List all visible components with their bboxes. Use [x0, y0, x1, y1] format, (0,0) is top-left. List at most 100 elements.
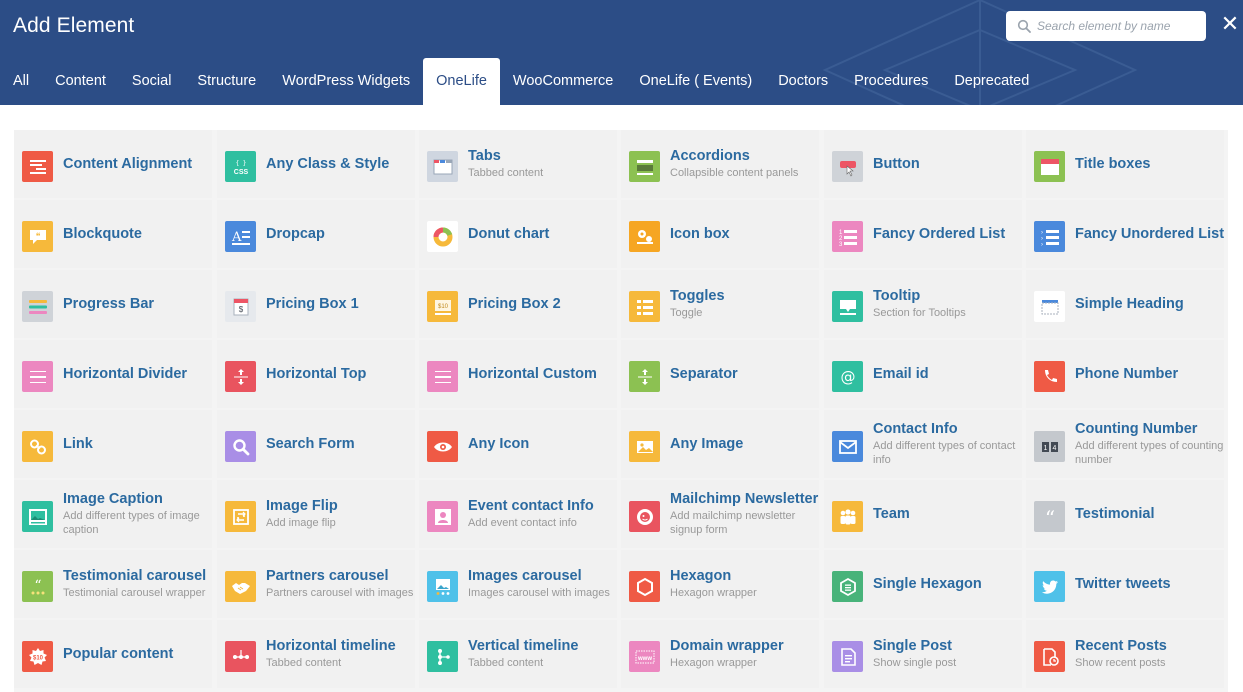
- close-icon[interactable]: ✕: [1220, 13, 1240, 35]
- element-name: Fancy Ordered List: [873, 225, 1006, 242]
- tab-wordpress-widgets[interactable]: WordPress Widgets: [269, 58, 423, 105]
- timeline-horizontal-icon: [225, 641, 256, 672]
- element-description: Show recent posts: [1075, 656, 1166, 669]
- element-description: Add image flip: [266, 516, 336, 529]
- element-icon-box[interactable]: Icon box: [621, 200, 819, 268]
- quote-bubble-icon: ❝: [22, 221, 53, 252]
- element-text: Event contact Info Add event contact info: [468, 480, 618, 548]
- element-images-carousel[interactable]: Images carousel Images carousel with imag…: [419, 550, 617, 618]
- tab-woocommerce[interactable]: WooCommerce: [500, 58, 626, 105]
- svg-text:A: A: [231, 230, 242, 245]
- element-team[interactable]: Team: [824, 480, 1022, 548]
- element-any-class-and-style[interactable]: { } CSS Any Class & Style: [217, 130, 415, 198]
- element-phone-number[interactable]: Phone Number: [1026, 340, 1224, 408]
- element-text: Image Flip Add image flip: [266, 480, 416, 548]
- quote-icon: “: [1034, 501, 1065, 532]
- element-twitter-tweets[interactable]: Twitter tweets: [1026, 550, 1224, 618]
- tab-onelife[interactable]: OneLife: [423, 58, 500, 105]
- tab-onelife-events[interactable]: OneLife ( Events): [626, 58, 765, 105]
- element-fancy-ordered-list[interactable]: 1 2 3 Fancy Ordered List: [824, 200, 1022, 268]
- element-name: Toggles: [670, 287, 725, 304]
- element-single-post[interactable]: Single Post Show single post: [824, 620, 1022, 688]
- search-input[interactable]: [1006, 11, 1206, 41]
- quote-carousel-icon: “: [22, 571, 53, 602]
- button-icon: [832, 151, 863, 182]
- element-link[interactable]: Link: [14, 410, 212, 478]
- element-testimonial-carousel[interactable]: “Testimonial carousel Testimonial carouse…: [14, 550, 212, 618]
- element-recent-posts[interactable]: Recent Posts Show recent posts: [1026, 620, 1224, 688]
- element-horizontal-timeline[interactable]: Horizontal timeline Tabbed content: [217, 620, 415, 688]
- element-text: Fancy Ordered List: [873, 200, 1023, 268]
- element-accordions[interactable]: Accordions Collapsible content panels: [621, 130, 819, 198]
- element-image-caption[interactable]: Image Caption Add different types of imag…: [14, 480, 212, 548]
- tab-doctors[interactable]: Doctors: [765, 58, 841, 105]
- element-mailchimp-newsletter[interactable]: Mailchimp Newsletter Add mailchimp newsle…: [621, 480, 819, 548]
- divider-icon: [22, 361, 53, 392]
- hexagon-lines-icon: [832, 571, 863, 602]
- element-email-id[interactable]: @ Email id: [824, 340, 1022, 408]
- element-image-flip[interactable]: Image Flip Add image flip: [217, 480, 415, 548]
- phone-icon: [1034, 361, 1065, 392]
- element-progress-bar[interactable]: Progress Bar: [14, 270, 212, 338]
- element-text: Counting Number Add different types of co…: [1075, 410, 1225, 478]
- css-icon: { } CSS: [225, 151, 256, 182]
- element-donut-chart[interactable]: Donut chart: [419, 200, 617, 268]
- flip-icon: [225, 501, 256, 532]
- element-contact-info[interactable]: Contact Info Add different types of conta…: [824, 410, 1022, 478]
- svg-text:{ }: { }: [235, 160, 246, 167]
- element-horizontal-top[interactable]: Horizontal Top: [217, 340, 415, 408]
- element-text: Tooltip Section for Tooltips: [873, 270, 1023, 338]
- element-pricing-box-2[interactable]: $10 Pricing Box 2: [419, 270, 617, 338]
- element-pricing-box-1[interactable]: $ Pricing Box 1: [217, 270, 415, 338]
- www-icon: www: [629, 641, 660, 672]
- element-name: Link: [63, 435, 93, 452]
- tab-social[interactable]: Social: [119, 58, 185, 105]
- element-toggles[interactable]: Toggles Toggle: [621, 270, 819, 338]
- element-popular-content[interactable]: $10 Popular content: [14, 620, 212, 688]
- tab-deprecated[interactable]: Deprecated: [941, 58, 1042, 105]
- envelope-icon: [832, 431, 863, 462]
- element-title-boxes[interactable]: Title boxes: [1026, 130, 1224, 198]
- element-description: Section for Tooltips: [873, 306, 966, 319]
- element-vertical-timeline[interactable]: Vertical timeline Tabbed content: [419, 620, 617, 688]
- element-dropcap[interactable]: A Dropcap: [217, 200, 415, 268]
- accordion-icon: [629, 151, 660, 182]
- element-counting-number[interactable]: 1 4 Counting Number Add different types of …: [1026, 410, 1224, 478]
- element-button[interactable]: Button: [824, 130, 1022, 198]
- element-horizontal-divider[interactable]: Horizontal Divider: [14, 340, 212, 408]
- element-tabs[interactable]: Tabs Tabbed content: [419, 130, 617, 198]
- tab-all[interactable]: All: [0, 58, 42, 105]
- element-any-image[interactable]: Any Image: [621, 410, 819, 478]
- element-text: Fancy Unordered List: [1075, 200, 1225, 268]
- element-partners-carousel[interactable]: Partners carousel Partners carousel with …: [217, 550, 415, 618]
- element-description: Tabbed content: [468, 166, 544, 179]
- element-simple-heading[interactable]: Simple Heading: [1026, 270, 1224, 338]
- element-blockquote[interactable]: ❝ Blockquote: [14, 200, 212, 268]
- element-horizontal-custom[interactable]: Horizontal Custom: [419, 340, 617, 408]
- element-testimonial[interactable]: “ Testimonial: [1026, 480, 1224, 548]
- tab-procedures[interactable]: Procedures: [841, 58, 941, 105]
- element-event-contact-info[interactable]: Event contact Info Add event contact info: [419, 480, 617, 548]
- element-search-form[interactable]: Search Form: [217, 410, 415, 478]
- element-separator[interactable]: Separator: [621, 340, 819, 408]
- element-text: Horizontal Custom: [468, 340, 618, 408]
- element-content-alignment[interactable]: Content Alignment: [14, 130, 212, 198]
- element-single-hexagon[interactable]: Single Hexagon: [824, 550, 1022, 618]
- arrows-vertical-icon: [629, 361, 660, 392]
- element-any-icon[interactable]: Any Icon: [419, 410, 617, 478]
- element-name: Popular content: [63, 645, 174, 662]
- element-text: Popular content: [63, 620, 213, 688]
- svg-text:@: @: [840, 368, 855, 386]
- tab-content[interactable]: Content: [42, 58, 119, 105]
- element-text: Pricing Box 1: [266, 270, 416, 338]
- svg-text:CSS: CSS: [233, 169, 248, 176]
- counter-icon: 14: [1034, 431, 1065, 462]
- element-hexagon[interactable]: Hexagon Hexagon wrapper: [621, 550, 819, 618]
- tab-structure[interactable]: Structure: [184, 58, 269, 105]
- element-text: Pricing Box 2: [468, 270, 618, 338]
- element-domain-wrapper[interactable]: www Domain wrapper Hexagon wrapper: [621, 620, 819, 688]
- element-fancy-unordered-list[interactable]: › › › Fancy Unordered List: [1026, 200, 1224, 268]
- element-tooltip[interactable]: Tooltip Section for Tooltips: [824, 270, 1022, 338]
- element-name: Content Alignment: [63, 155, 193, 172]
- element-name: Testimonial carousel: [63, 567, 207, 584]
